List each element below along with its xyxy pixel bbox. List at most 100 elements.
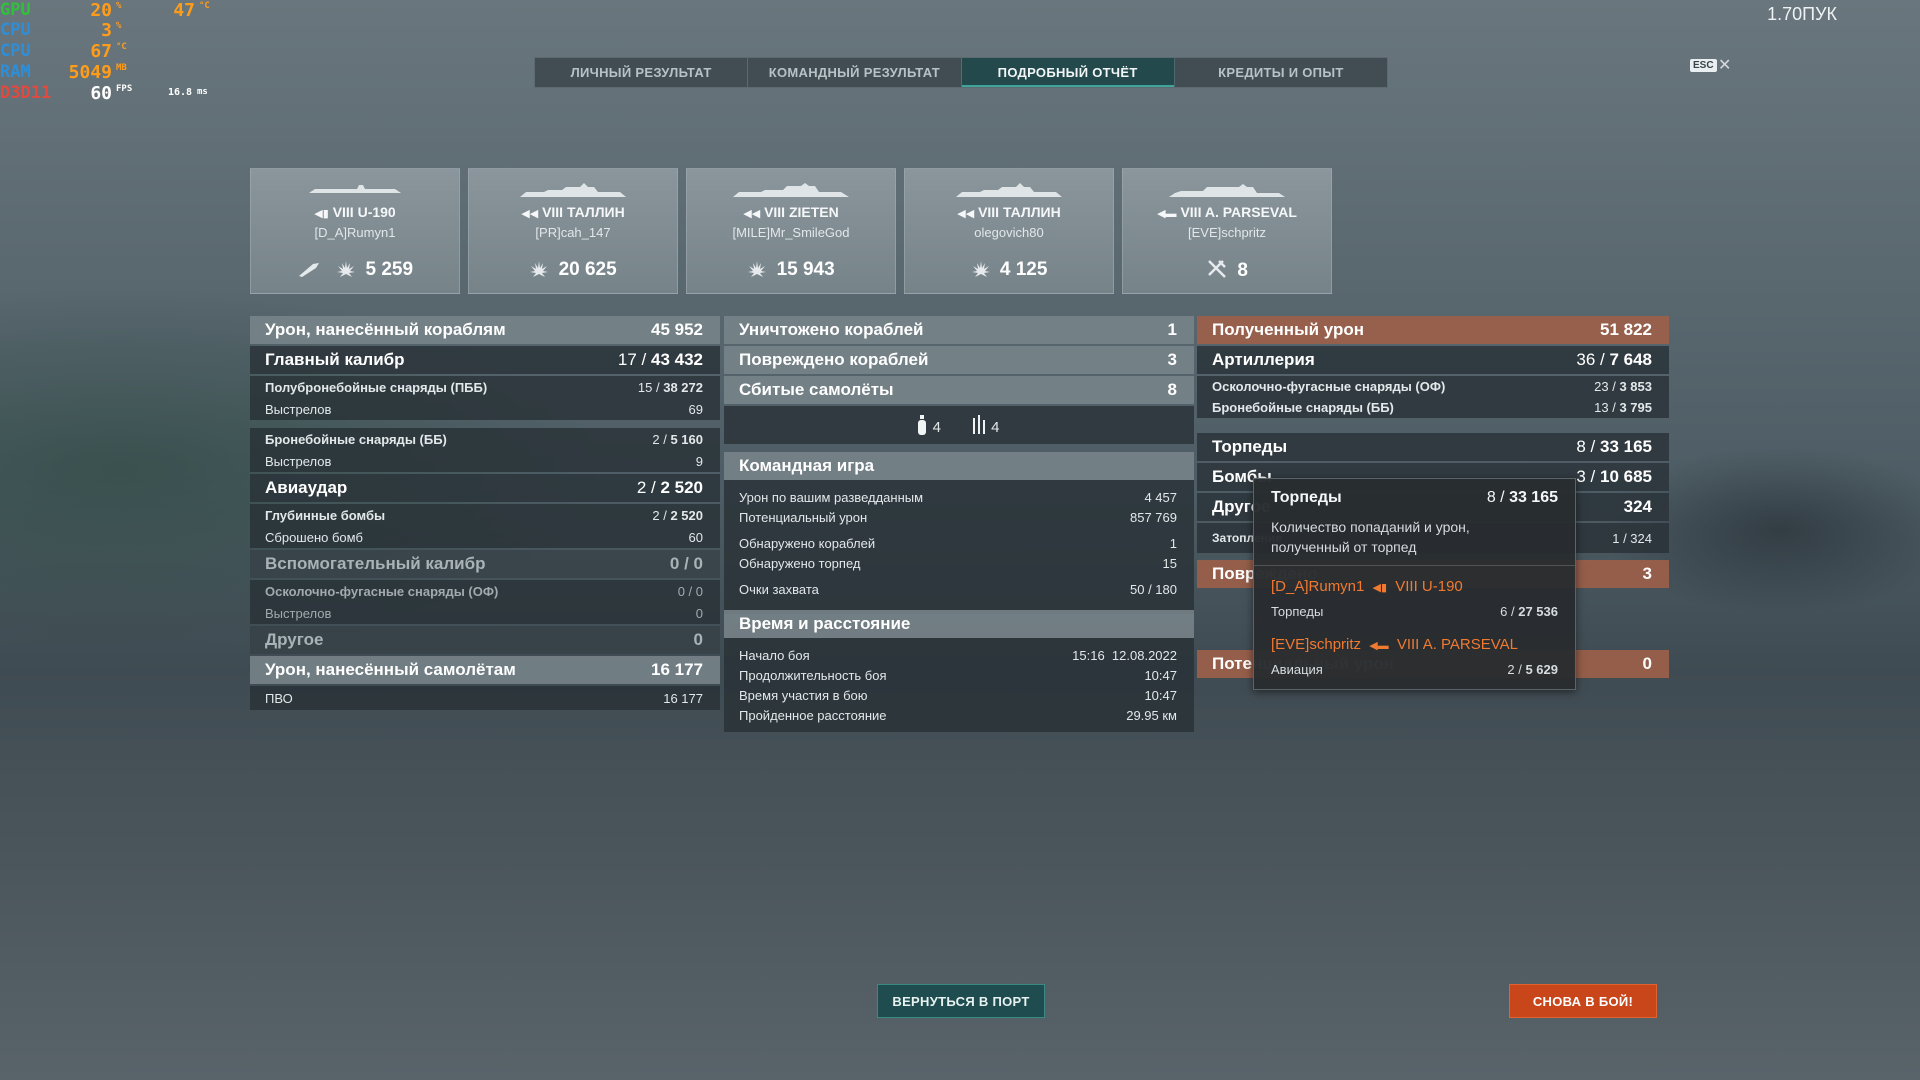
cruiser-icon: ◀◀	[957, 208, 975, 220]
torpedoes-row[interactable]: Торпеды 8 / 33 165	[1197, 433, 1669, 461]
damage-value: 33 165	[1600, 437, 1652, 456]
esc-key-badge[interactable]: ESC	[1690, 59, 1717, 72]
hits-value: 8	[1486, 489, 1496, 506]
row-label: Очки захвата	[739, 581, 819, 597]
hits-value: 2	[652, 431, 660, 447]
damage-value: 20 625	[558, 259, 617, 280]
overlay-value: 60	[90, 83, 112, 104]
row-value: 17 / 43 432	[617, 350, 703, 369]
row-value: 9	[695, 453, 703, 469]
row-label: Сбитые самолёты	[739, 380, 894, 399]
torpedoes-tooltip: Торпеды 8 / 33 165 Количество попаданий …	[1253, 478, 1576, 690]
damage-value: 2 520	[660, 478, 703, 497]
ship-card[interactable]: ◀◀ VIII ТАЛЛИН [PR]cah_147 20 625	[468, 168, 678, 294]
row-label: Бронебойные снаряды (ББ)	[1212, 399, 1394, 415]
row-label: Осколочно-фугасные снаряды (ОФ)	[265, 583, 499, 599]
overlay-unit: %	[116, 21, 122, 31]
ship-card[interactable]: ◀▮ VIII U-190 [D_A]Rumyn1 5 259	[250, 168, 460, 294]
overlay-label: CPU	[0, 41, 31, 61]
row-value: 36 / 7 648	[1576, 350, 1652, 369]
overlay-label: RAM	[0, 62, 31, 82]
return-to-port-button[interactable]: ВЕРНУТЬСЯ В ПОРТ	[877, 984, 1045, 1018]
ship-name: ◀◀ VIII ТАЛЛИН	[469, 204, 677, 220]
player-name: [D_A]Rumyn1	[1271, 578, 1365, 595]
fighter-value: 4	[991, 419, 1000, 436]
sap-shots-row: Выстрелов 69	[250, 398, 720, 420]
row-value: 15 / 38 272	[637, 379, 703, 395]
hits-value: 23	[1594, 378, 1609, 394]
row-value: 8 / 33 165	[1576, 437, 1652, 456]
row-value: 2 / 5 160	[652, 431, 703, 447]
damage-value: 43 432	[651, 350, 703, 369]
overlay-unit: %	[116, 1, 122, 11]
hits-value: 0	[669, 554, 680, 573]
carrier-icon: ◀▬	[1157, 208, 1177, 220]
ship-card[interactable]: ◀◀ VIII ТАЛЛИН olegovich80 4 125	[904, 168, 1114, 294]
overlay-unit: ms	[197, 87, 208, 97]
artillery-row: Артиллерия 36 / 7 648	[1197, 346, 1669, 374]
row-value: 10:47	[1144, 667, 1177, 683]
tab-personal-result[interactable]: ЛИЧНЫЙ РЕЗУЛЬТАТ	[535, 58, 749, 87]
tooltip-kind: Торпеды	[1271, 604, 1324, 619]
row-label: Главный калибр	[265, 350, 405, 369]
player-name: [D_A]Rumyn1	[314, 225, 396, 240]
hits-value: 2	[636, 478, 647, 497]
row-value: 0 / 0	[677, 583, 703, 599]
row-label: Полученный урон	[1212, 320, 1365, 339]
tab-credits-xp[interactable]: КРЕДИТЫ И ОПЫТ	[1175, 58, 1387, 87]
battle-again-button[interactable]: СНОВА В БОЙ!	[1509, 984, 1657, 1018]
row-label: Выстрелов	[265, 453, 332, 469]
ship-stat: 4 125	[905, 259, 1113, 281]
ship-silhouette-icon	[309, 185, 401, 193]
sap-shells-row: Полубронебойные снаряды (ПББ) 15 / 38 27…	[250, 376, 720, 398]
hits-value: 1	[1612, 530, 1620, 546]
ship-silhouette-icon	[1169, 184, 1285, 197]
ship-silhouette-icon	[733, 183, 849, 197]
row-label: Повреждено кораблей	[739, 350, 929, 369]
secondary-shots-row: Выстрелов 0	[250, 602, 720, 624]
row-label: Осколочно-фугасные снаряды (ОФ)	[1212, 378, 1446, 394]
tooltip-description: Количество попаданий и урон, полученный …	[1271, 519, 1470, 555]
ship-card[interactable]: ◀◀ VIII ZIETEN [MILE]Mr_SmileGod 15 943	[686, 168, 896, 294]
row-value: 50 / 180	[1130, 581, 1177, 597]
ship-stat: 20 625	[469, 259, 677, 281]
hits-value: 2	[652, 507, 660, 523]
damage-icon	[748, 261, 767, 277]
overlay-value: 20	[90, 0, 112, 21]
close-icon[interactable]: ✕	[1718, 55, 1731, 75]
tooltip-player-entry: [EVE]schpritz ◀▬ VIII A. PARSEVAL	[1271, 636, 1518, 653]
carrier-icon: ◀▬	[1369, 640, 1389, 652]
received-damage-row: Полученный урон 51 822	[1197, 316, 1669, 344]
bomber-value: 4	[932, 419, 941, 436]
row-value: 1	[1167, 320, 1177, 339]
row-value: 3	[1642, 564, 1652, 583]
submarine-icon: ◀▮	[1372, 582, 1388, 594]
battle-duration-row: Продолжительность боя 10:47	[724, 666, 1194, 684]
tab-team-result[interactable]: КОМАНДНЫЙ РЕЗУЛЬТАТ	[748, 58, 962, 87]
ship-silhouette-icon	[956, 183, 1062, 197]
damage-value: 27 536	[1518, 604, 1558, 619]
overlay-label: GPU	[0, 0, 31, 20]
damage-icon	[337, 261, 356, 277]
bomber-icon	[918, 415, 927, 435]
row-value: 0 / 0	[669, 554, 703, 573]
ship-name-text: VIII A. PARSEVAL	[1180, 204, 1297, 220]
row-label: Торпеды	[1212, 437, 1288, 456]
hits-value: 13	[1594, 399, 1609, 415]
ship-card[interactable]: ◀▬ VIII A. PARSEVAL [EVE]schpritz 8	[1122, 168, 1332, 294]
airstrike-row: Авиаудар 2 / 2 520	[250, 474, 720, 502]
row-label: Продолжительность боя	[739, 667, 887, 683]
depth-charges-row: Глубинные бомбы 2 / 2 520	[250, 504, 720, 526]
damage-value: 324	[1630, 530, 1652, 546]
row-label: Урон, нанесённый кораблям	[265, 320, 506, 339]
time-distance-header: Время и расстояние	[724, 610, 1194, 638]
ships-destroyed-row: Уничтожено кораблей 1	[724, 316, 1194, 344]
tab-detailed-report[interactable]: ПОДРОБНЫЙ ОТЧЁТ	[961, 58, 1175, 87]
tooltip-kind: Авиация	[1271, 662, 1323, 677]
tooltip-title: Торпеды	[1271, 489, 1342, 506]
row-value: 29.95 км	[1126, 707, 1177, 723]
hits-value: 2	[1507, 662, 1515, 677]
damage-icon	[530, 261, 549, 277]
ships-damaged-row: Повреждено кораблей 3	[724, 346, 1194, 374]
row-value: 45 952	[651, 320, 703, 339]
